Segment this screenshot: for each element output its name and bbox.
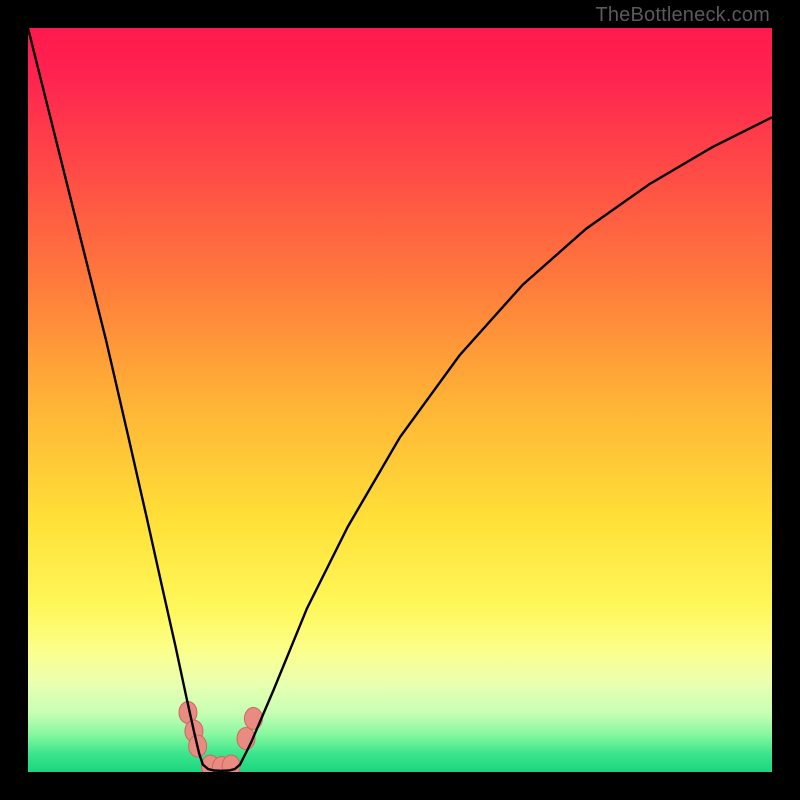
watermark-text: TheBottleneck.com <box>595 4 770 27</box>
bottleneck-curve <box>28 28 772 772</box>
marker-blob <box>244 707 262 729</box>
curve-line <box>28 28 772 771</box>
marker-cluster <box>179 701 262 772</box>
chart-area <box>28 28 772 772</box>
